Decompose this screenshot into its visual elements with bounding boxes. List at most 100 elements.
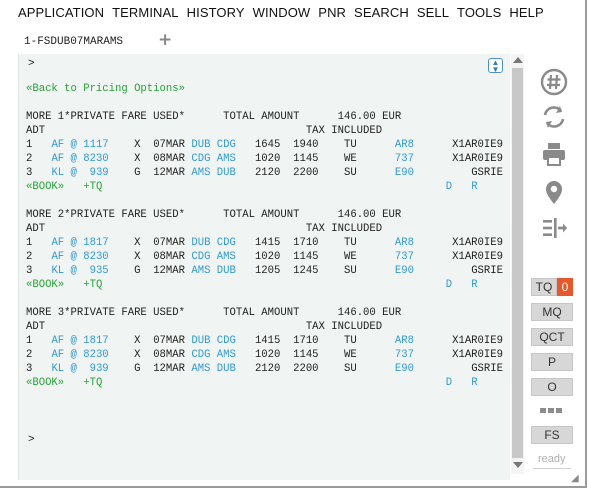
menu-history[interactable]: HISTORY <box>187 5 245 20</box>
flight-number-link[interactable]: 935 <box>90 265 109 277</box>
scroll-up-icon[interactable] <box>513 57 523 63</box>
menu-application[interactable]: APPLICATION <box>18 5 104 20</box>
destination-airport-link[interactable]: CDG <box>217 139 236 151</box>
book-link[interactable]: «BOOK» <box>26 181 64 193</box>
flight-number-link[interactable]: 939 <box>90 167 109 179</box>
airline-code-link[interactable]: AF <box>51 349 64 361</box>
equipment-link[interactable]: AR8 <box>395 237 414 249</box>
scroll-down-icon[interactable] <box>513 462 523 468</box>
menu-window[interactable]: WINDOW <box>253 5 311 20</box>
equipment-link[interactable]: 737 <box>395 349 414 361</box>
back-to-pricing-link[interactable]: «Back to Pricing Options» <box>26 83 185 95</box>
equipment-link[interactable]: E90 <box>395 363 414 375</box>
scroll-thumb[interactable] <box>512 68 523 458</box>
flight-number-link[interactable]: 1117 <box>83 139 108 151</box>
add-tab-icon[interactable]: + <box>158 31 172 49</box>
airline-at-link[interactable]: @ <box>71 167 77 179</box>
fare-basis: GSRIE <box>471 265 503 277</box>
resize-grip-icon[interactable]: ◢ <box>571 473 579 484</box>
tq-button[interactable]: TQ 0 <box>531 278 573 296</box>
menu-terminal[interactable]: TERMINAL <box>112 5 179 20</box>
origin-airport-link[interactable]: DUB <box>191 237 210 249</box>
destination-airport-link[interactable]: DUB <box>217 265 236 277</box>
airline-at-link[interactable]: @ <box>71 335 77 347</box>
airline-at-link[interactable]: @ <box>71 363 77 375</box>
origin-airport-link[interactable]: AMS <box>191 265 210 277</box>
origin-airport-link[interactable]: CDG <box>191 153 210 165</box>
equipment-link[interactable]: 737 <box>395 153 414 165</box>
book-link[interactable]: «BOOK» <box>26 279 64 291</box>
menu-sell[interactable]: SELL <box>417 5 449 20</box>
vertical-scrollbar[interactable] <box>511 54 524 474</box>
destination-airport-link[interactable]: AMS <box>217 153 236 165</box>
rules-r-link[interactable]: R <box>471 377 477 389</box>
destination-airport-link[interactable]: CDG <box>217 237 236 249</box>
destination-airport-link[interactable]: AMS <box>217 251 236 263</box>
destination-airport-link[interactable]: CDG <box>217 335 236 347</box>
equipment-link[interactable]: E90 <box>395 167 414 179</box>
flight-number-link[interactable]: 8230 <box>83 153 108 165</box>
destination-airport-link[interactable]: DUB <box>217 167 236 179</box>
airline-code-link[interactable]: KL <box>51 167 64 179</box>
refresh-icon[interactable] <box>540 103 568 131</box>
p-button[interactable]: P <box>531 353 573 371</box>
flight-number-link[interactable]: 1817 <box>83 335 108 347</box>
origin-airport-link[interactable]: CDG <box>191 251 210 263</box>
more-dots-icon[interactable] <box>540 408 562 413</box>
print-icon[interactable] <box>540 140 568 168</box>
flight-number-link[interactable]: 1817 <box>83 237 108 249</box>
flight-number-link[interactable]: 939 <box>90 363 109 375</box>
equipment-link[interactable]: 737 <box>395 251 414 263</box>
add-tq-link[interactable]: +TQ <box>83 279 102 291</box>
airline-at-link[interactable]: @ <box>71 139 77 151</box>
destination-airport-link[interactable]: AMS <box>217 349 236 361</box>
origin-airport-link[interactable]: AMS <box>191 363 210 375</box>
airline-code-link[interactable]: AF <box>51 139 64 151</box>
add-tq-link[interactable]: +TQ <box>83 181 102 193</box>
fs-button[interactable]: FS <box>531 426 573 444</box>
origin-airport-link[interactable]: DUB <box>191 139 210 151</box>
details-d-link[interactable]: D <box>446 377 452 389</box>
rules-r-link[interactable]: R <box>471 181 477 193</box>
add-tq-link[interactable]: +TQ <box>83 377 102 389</box>
scroll-toggle-icon[interactable]: ▲ ▼ <box>488 58 503 73</box>
equipment-link[interactable]: AR8 <box>395 139 414 151</box>
tab-session[interactable]: 1-FSDUB07MARAMS <box>24 36 123 48</box>
airline-at-link[interactable]: @ <box>71 153 77 165</box>
terminal-panel[interactable]: > ▲ ▼ «Back to Pricing Options» MORE 1*PR… <box>18 54 510 480</box>
airline-at-link[interactable]: @ <box>71 265 77 277</box>
airline-code-link[interactable]: KL <box>51 265 64 277</box>
destination-airport-link[interactable]: DUB <box>217 363 236 375</box>
book-link[interactable]: «BOOK» <box>26 377 64 389</box>
airline-code-link[interactable]: AF <box>51 251 64 263</box>
o-button[interactable]: O <box>531 378 573 396</box>
origin-airport-link[interactable]: DUB <box>191 335 210 347</box>
airline-code-link[interactable]: AF <box>51 237 64 249</box>
airline-code-link[interactable]: KL <box>51 363 64 375</box>
airline-code-link[interactable]: AF <box>51 335 64 347</box>
airline-at-link[interactable]: @ <box>71 237 77 249</box>
qct-button[interactable]: QCT <box>531 328 573 346</box>
flight-number-link[interactable]: 8230 <box>83 251 108 263</box>
arrival-time: 1940 <box>293 139 319 151</box>
location-pin-icon[interactable] <box>540 178 568 206</box>
align-arrow-icon[interactable] <box>540 214 568 242</box>
segment-number: 2 <box>26 153 33 165</box>
command-input-prompt[interactable]: > <box>28 434 35 446</box>
origin-airport-link[interactable]: CDG <box>191 349 210 361</box>
menu-tools[interactable]: TOOLS <box>457 5 501 20</box>
mq-button[interactable]: MQ <box>531 303 573 321</box>
origin-airport-link[interactable]: AMS <box>191 167 210 179</box>
rules-r-link[interactable]: R <box>471 279 477 291</box>
airline-at-link[interactable]: @ <box>71 349 77 361</box>
details-d-link[interactable]: D <box>446 279 452 291</box>
airline-at-link[interactable]: @ <box>71 251 77 263</box>
flight-number-link[interactable]: 8230 <box>83 349 108 361</box>
details-d-link[interactable]: D <box>446 181 452 193</box>
hash-icon[interactable] <box>540 68 568 96</box>
menu-search[interactable]: SEARCH <box>354 5 409 20</box>
equipment-link[interactable]: E90 <box>395 265 414 277</box>
airline-code-link[interactable]: AF <box>51 153 64 165</box>
equipment-link[interactable]: AR8 <box>395 335 414 347</box>
menu-pnr[interactable]: PNR <box>318 5 346 20</box>
